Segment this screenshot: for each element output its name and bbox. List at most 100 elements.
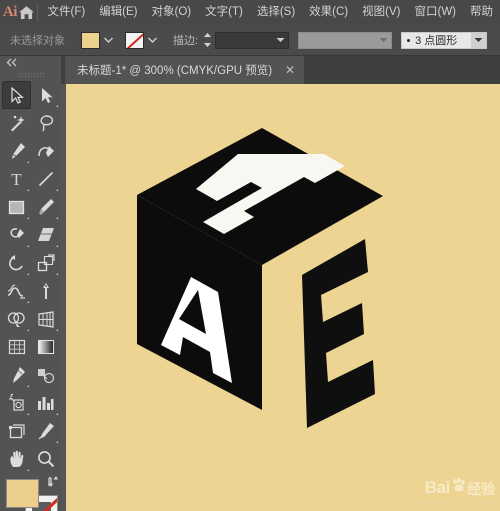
profile-value-wrap: 3 点圆形 bbox=[402, 32, 471, 48]
tool-submenu-indicator-icon bbox=[55, 189, 58, 191]
tool-grid: T bbox=[0, 80, 61, 473]
column-graph-tool[interactable] bbox=[31, 389, 60, 417]
artboard-tool[interactable] bbox=[2, 417, 31, 445]
variable-width-profile-select[interactable]: 3 点圆形 bbox=[401, 31, 488, 49]
tool-submenu-indicator-icon bbox=[26, 217, 29, 219]
menu-window[interactable]: 窗口(W) bbox=[407, 0, 463, 25]
curvature-tool[interactable] bbox=[31, 137, 60, 165]
symbol-sprayer-tool[interactable] bbox=[2, 389, 31, 417]
fill-color-swatch[interactable] bbox=[81, 31, 100, 49]
tool-submenu-indicator-icon bbox=[26, 245, 29, 247]
isometric-letter-cube[interactable] bbox=[66, 84, 500, 511]
tool-submenu-indicator-icon bbox=[26, 273, 29, 275]
menu-bar: Ai 文件(F) 编辑(E) 对象(O) 文字(T) 选择(S) 效果(C) 视… bbox=[0, 0, 500, 26]
menu-file[interactable]: 文件(F) bbox=[41, 0, 93, 25]
menu-item-list: 文件(F) 编辑(E) 对象(O) 文字(T) 选择(S) 效果(C) 视图(V… bbox=[41, 0, 500, 25]
profile-value: 3 点圆形 bbox=[415, 35, 458, 47]
gradient-tool[interactable] bbox=[31, 333, 60, 361]
menubar-divider bbox=[36, 3, 38, 22]
menu-view[interactable]: 视图(V) bbox=[355, 0, 407, 25]
tool-submenu-indicator-icon bbox=[55, 273, 58, 275]
slice-tool[interactable] bbox=[31, 417, 60, 445]
lasso-tool[interactable] bbox=[31, 109, 60, 137]
document-tab-title: 未标题-1* @ 300% (CMYK/GPU 预览) bbox=[77, 65, 273, 77]
fill-indicator-swatch[interactable] bbox=[6, 479, 39, 508]
stroke-chevron-down-icon[interactable] bbox=[145, 32, 159, 49]
line-segment-tool[interactable] bbox=[31, 165, 60, 193]
stroke-swatch-group bbox=[125, 31, 159, 49]
tool-submenu-indicator-icon bbox=[55, 245, 58, 247]
selection-status-label: 未选择对象 bbox=[10, 35, 65, 47]
fill-swatch-group bbox=[81, 31, 115, 49]
watermark-url: jingyan.baidu.com bbox=[417, 497, 495, 507]
tools-panel-drag-handle[interactable] bbox=[0, 69, 61, 80]
type-T-icon: T bbox=[11, 169, 22, 189]
cube-face-right bbox=[302, 239, 375, 428]
illustrator-window: Ai 文件(F) 编辑(E) 对象(O) 文字(T) 选择(S) 效果(C) 视… bbox=[0, 0, 500, 511]
menu-help[interactable]: 帮助 bbox=[463, 0, 500, 25]
menu-type[interactable]: 文字(T) bbox=[198, 0, 250, 25]
perspective-grid-tool[interactable] bbox=[31, 305, 60, 333]
profile-chevron-down-icon[interactable] bbox=[471, 32, 487, 48]
double-chevron-left-icon[interactable] bbox=[0, 56, 61, 69]
eyedropper-tool[interactable] bbox=[2, 361, 31, 389]
tools-panel: T bbox=[0, 56, 61, 511]
app-logo-icon: Ai bbox=[2, 4, 17, 20]
shape-builder-tool[interactable] bbox=[2, 305, 31, 333]
free-transform-tool[interactable] bbox=[31, 277, 60, 305]
brush-chevron-down-icon[interactable] bbox=[376, 33, 391, 48]
swap-fill-stroke-icon[interactable] bbox=[47, 475, 60, 488]
magic-wand-tool[interactable] bbox=[2, 109, 31, 137]
fill-stroke-indicator bbox=[6, 476, 58, 511]
direct-selection-tool[interactable] bbox=[31, 81, 60, 109]
selection-tool[interactable] bbox=[2, 81, 31, 109]
width-tool[interactable] bbox=[2, 277, 31, 305]
rectangle-tool[interactable] bbox=[2, 193, 31, 221]
canvas-area[interactable]: Bai 经验 jingyan.baidu.com bbox=[61, 84, 500, 511]
menu-edit[interactable]: 编辑(E) bbox=[92, 0, 144, 25]
paintbrush-tool[interactable] bbox=[31, 193, 60, 221]
menu-effect[interactable]: 效果(C) bbox=[302, 0, 355, 25]
zoom-tool[interactable] bbox=[31, 445, 60, 473]
stroke-color-swatch[interactable] bbox=[125, 31, 144, 49]
stroke-weight-input[interactable] bbox=[215, 31, 290, 49]
stroke-weight-stepper[interactable] bbox=[202, 31, 213, 49]
shaper-tool[interactable] bbox=[2, 221, 31, 249]
watermark-brand-cn: 经验 bbox=[467, 481, 495, 497]
mesh-tool[interactable] bbox=[2, 333, 31, 361]
tools-panel-bottom bbox=[0, 473, 61, 511]
close-icon[interactable]: ✕ bbox=[284, 64, 296, 76]
tool-submenu-indicator-icon bbox=[55, 329, 58, 331]
paw-print-icon bbox=[451, 478, 466, 496]
tool-submenu-indicator-icon bbox=[26, 329, 29, 331]
tool-submenu-indicator-icon bbox=[55, 413, 58, 415]
control-bar: 未选择对象 描边: 3 点圆形 bbox=[0, 25, 500, 56]
stroke-weight-chevron-down-icon[interactable] bbox=[273, 33, 288, 48]
hand-tool[interactable] bbox=[2, 445, 31, 473]
eraser-tool[interactable] bbox=[31, 221, 60, 249]
tool-submenu-indicator-icon bbox=[26, 469, 29, 471]
document-tab[interactable]: 未标题-1* @ 300% (CMYK/GPU 预览) ✕ bbox=[65, 56, 305, 84]
tool-submenu-indicator-icon bbox=[55, 217, 58, 219]
rotate-tool[interactable] bbox=[2, 249, 31, 277]
pen-tool[interactable] bbox=[2, 137, 31, 165]
brush-definition-select[interactable] bbox=[298, 31, 393, 49]
document-tab-bar: 未标题-1* @ 300% (CMYK/GPU 预览) ✕ bbox=[0, 56, 500, 84]
home-icon[interactable] bbox=[18, 0, 36, 25]
watermark-brand: Bai 经验 bbox=[417, 478, 495, 497]
scale-tool[interactable] bbox=[31, 249, 60, 277]
fill-chevron-down-icon[interactable] bbox=[101, 32, 115, 49]
tool-submenu-indicator-icon bbox=[26, 385, 29, 387]
artboard[interactable]: Bai 经验 jingyan.baidu.com bbox=[66, 84, 500, 511]
baidu-watermark: Bai 经验 jingyan.baidu.com bbox=[417, 478, 495, 507]
blend-tool[interactable] bbox=[31, 361, 60, 389]
menu-object[interactable]: 对象(O) bbox=[145, 0, 199, 25]
watermark-brand-latin: Bai bbox=[424, 478, 451, 497]
menu-select[interactable]: 选择(S) bbox=[250, 0, 302, 25]
type-tool[interactable]: T bbox=[2, 165, 31, 193]
tool-submenu-indicator-icon bbox=[26, 413, 29, 415]
tool-submenu-indicator-icon bbox=[26, 301, 29, 303]
tool-submenu-indicator-icon bbox=[55, 441, 58, 443]
profile-dot-icon bbox=[407, 38, 411, 42]
tool-submenu-indicator-icon bbox=[55, 105, 58, 107]
